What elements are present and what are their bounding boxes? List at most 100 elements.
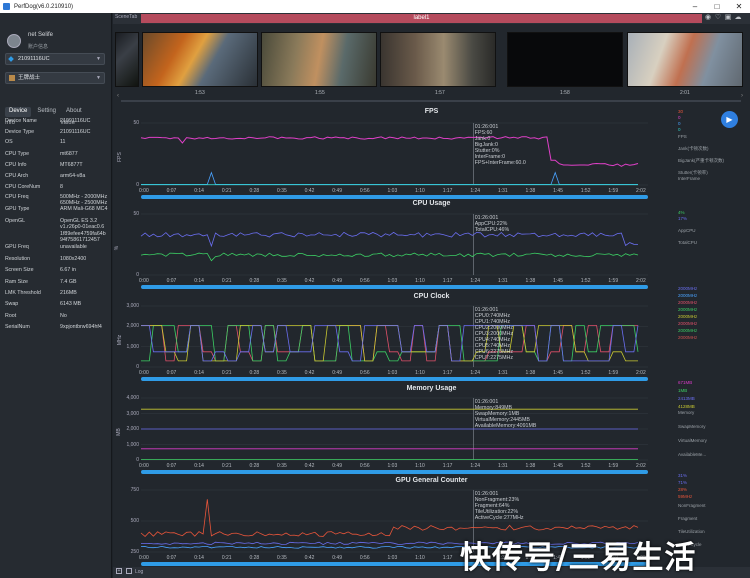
device-info-value: 11 [60, 139, 66, 145]
y-tick-label: 0 [136, 457, 139, 463]
legend-value: 1MB [678, 388, 688, 393]
y-tick-label: 750 [130, 487, 139, 493]
x-tick-label: 1:45 [553, 370, 563, 376]
x-tick-label: 0:14 [194, 463, 204, 469]
sidebar-tabs: Device Setting About [5, 107, 107, 117]
x-tick-label: 0:21 [221, 555, 232, 561]
maximize-icon[interactable]: □ [706, 0, 728, 13]
x-tick-label: 2:02 [636, 278, 646, 284]
account-info-link[interactable]: 账户信息 [28, 43, 48, 50]
x-tick-label: 0:14 [194, 370, 204, 376]
device-info-key: Ram Size [5, 279, 28, 285]
legend-value: 59MHz [678, 494, 693, 499]
x-tick-label: 0:42 [304, 555, 315, 561]
x-tick-label: 0:56 [359, 463, 370, 469]
window-title: PerfDog(v6.0.210910) [14, 3, 74, 10]
device-info-value: OpenGL ES 3.2 v1.r26p0-01eac0.6 1f89efee… [60, 218, 106, 243]
legend-entry: Jank(卡顿次数) [678, 146, 709, 151]
x-tick-label: 1:10 [415, 555, 425, 561]
app-select[interactable]: 王牌战士 ▼ [5, 72, 105, 84]
legend-value: 0 [678, 121, 681, 126]
cursor-annotation: 01:26:001 Memory:849MB SwapMemory:1MB Vi… [474, 399, 537, 429]
x-tick-label: 1:10 [415, 278, 425, 284]
device-info-key: CPU Info [5, 162, 27, 168]
tab-device[interactable]: Device [5, 107, 32, 117]
minimize-icon[interactable]: – [684, 0, 706, 13]
legend-entry: AvailableMe... [678, 452, 707, 457]
x-tick-label: 0:35 [277, 555, 287, 561]
x-tick-label: 1:38 [525, 370, 536, 376]
x-tick-label: 0:14 [194, 555, 204, 561]
legend-entry: AppCPU [678, 228, 696, 233]
x-tick-label: 1:45 [553, 463, 563, 469]
x-tick-label: 1:24 [470, 463, 481, 469]
x-tick-label: 1:38 [525, 278, 536, 284]
legend-entry: Memory [678, 410, 695, 415]
legend-value: 2000MHz [678, 321, 698, 326]
x-tick-label: 0:14 [194, 188, 204, 194]
log-checkbox[interactable] [126, 568, 132, 574]
x-tick-label: 0:28 [249, 278, 260, 284]
legend-entry: SwapMemory [678, 424, 706, 429]
legend-entry: NonFragment [678, 503, 706, 508]
legend-value: 30 [678, 109, 684, 114]
close-icon[interactable]: ✕ [728, 0, 750, 13]
legend-entry: TotalCPU [678, 240, 698, 245]
x-tick-label: 0:35 [277, 188, 287, 194]
android-icon [8, 56, 14, 62]
x-tick-label: 1:31 [497, 188, 508, 194]
x-tick-label: 0:56 [359, 555, 370, 561]
x-tick-label: 1:03 [387, 278, 398, 284]
device-info-value: ARM Mali-G68 MC4 [60, 206, 108, 212]
x-tick-label: 2:02 [636, 463, 646, 469]
legend-value: 2000MHz [678, 335, 698, 340]
y-tick-label: 50 [133, 120, 139, 126]
device-info-value: 21091116UC [60, 118, 91, 124]
x-tick-label: 1:52 [580, 463, 591, 469]
x-tick-label: 0:21 [221, 188, 232, 194]
tab-setting[interactable]: Setting [33, 107, 60, 117]
y-tick-label: 4,000 [126, 395, 139, 401]
legend-value: 671MB [678, 380, 693, 385]
y-tick-label: 250 [130, 549, 139, 555]
time-range-slider[interactable] [141, 195, 648, 199]
x-tick-label: 0:00 [139, 278, 149, 284]
totalcpu-series [140, 231, 639, 248]
x-tick-label: 1:59 [608, 370, 619, 376]
avatar[interactable] [7, 34, 21, 48]
device-info-key: GPU Type [5, 206, 30, 212]
x-tick-label: 1:10 [415, 370, 425, 376]
x-tick-label: 2:02 [636, 188, 646, 194]
device-info-value: MT6877T [60, 162, 83, 168]
y-tick-label: 3,000 [126, 410, 139, 417]
x-tick-label: 0:21 [221, 278, 232, 284]
x-tick-label: 0:56 [359, 278, 370, 284]
x-tick-label: 1:38 [525, 188, 536, 194]
app-select-value: 王牌战士 [18, 75, 41, 81]
device-info-value: 1080x2400 [60, 256, 87, 262]
app-logo-icon [3, 3, 10, 10]
device-info-value: 216MB [60, 290, 77, 296]
x-tick-label: 0:07 [166, 370, 177, 376]
x-tick-label: 0:35 [277, 278, 287, 284]
legend-value: 0 [678, 127, 681, 132]
time-range-slider[interactable] [141, 377, 648, 381]
time-range-slider[interactable] [141, 285, 648, 289]
x-tick-label: 0:42 [304, 463, 315, 469]
x-tick-label: 0:07 [166, 463, 177, 469]
x-tick-label: 1:03 [387, 463, 398, 469]
expand-log-icon[interactable]: + [116, 568, 122, 574]
tab-about[interactable]: About [62, 107, 86, 117]
x-tick-label: 0:35 [277, 463, 287, 469]
x-tick-label: 1:17 [442, 370, 453, 376]
x-tick-label: 1:24 [470, 278, 481, 284]
device-select[interactable]: 21091116UC ▼ [5, 53, 105, 65]
fps-series [140, 136, 639, 167]
cursor-annotation: 01:26:001 NonFragment:23% Fragment:64% T… [474, 491, 524, 521]
legend-value: 2000MHz [678, 314, 698, 319]
time-range-slider[interactable] [141, 470, 648, 474]
chart-title: FPS [424, 108, 439, 115]
x-tick-label: 2:02 [636, 370, 646, 376]
x-tick-label: 0:00 [139, 463, 149, 469]
active-cycle-series [140, 499, 639, 537]
